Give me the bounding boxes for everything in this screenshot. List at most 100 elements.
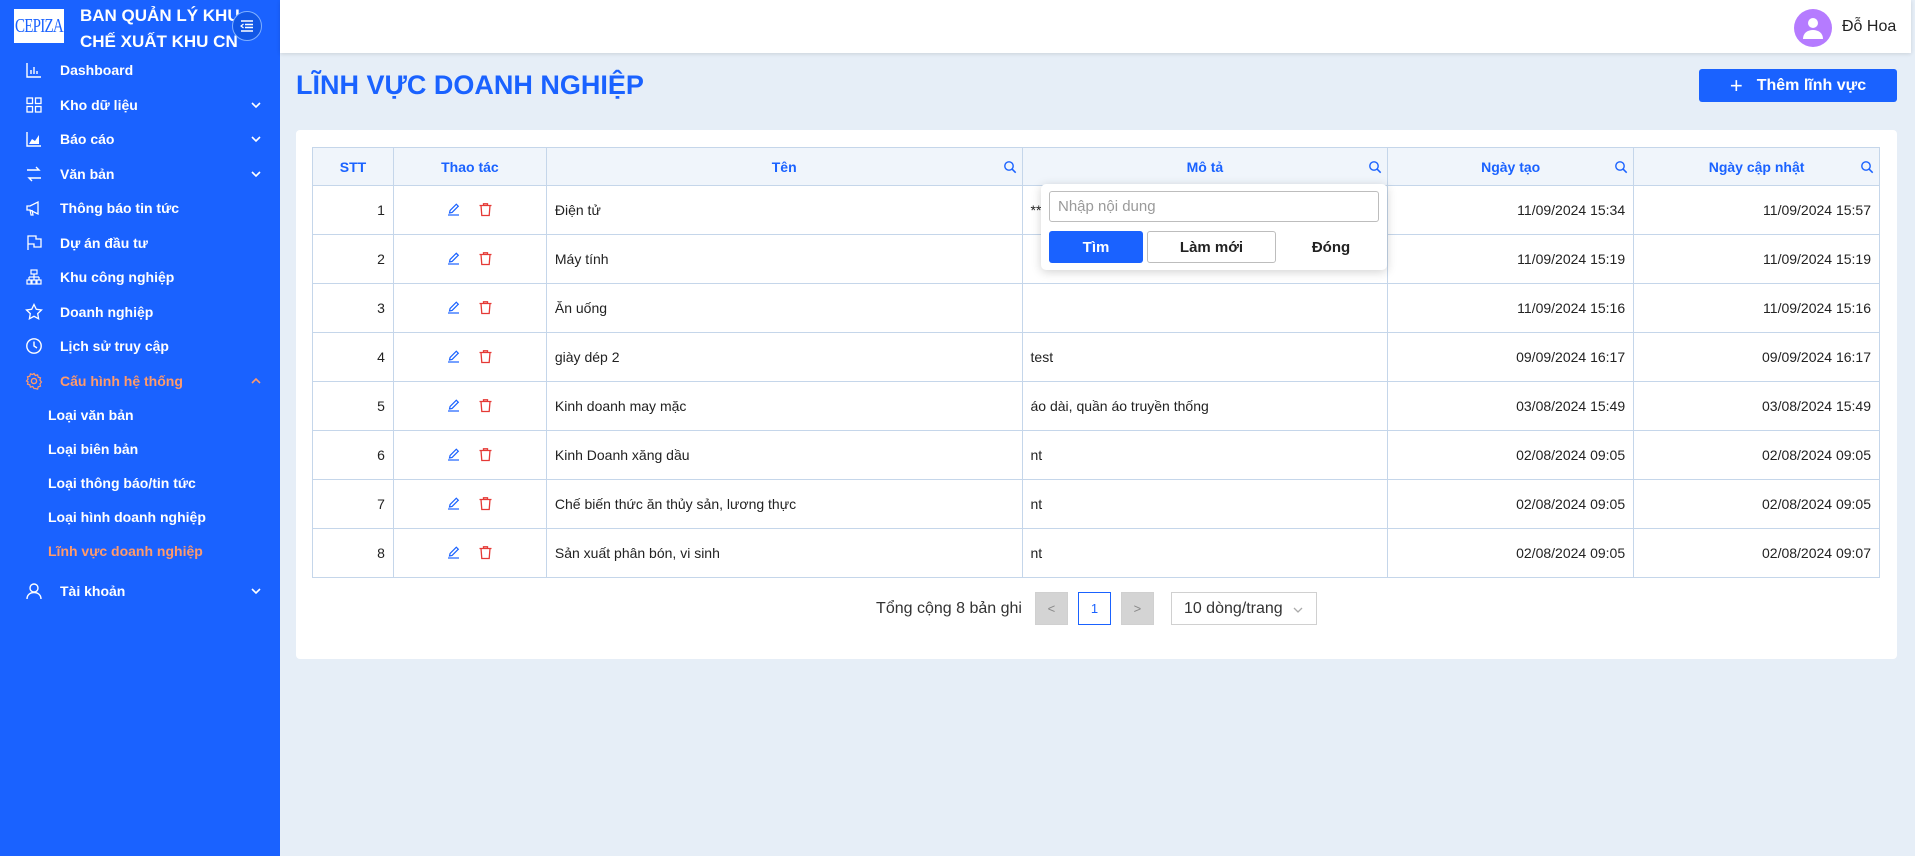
delete-icon[interactable] xyxy=(477,445,495,463)
brand-logo[interactable]: CEPIZA xyxy=(14,9,64,43)
delete-icon[interactable] xyxy=(477,298,495,316)
table-row: 5 Kinh doanh may mặc áo dài, quần áo tru… xyxy=(312,381,1880,431)
chevron-down-icon xyxy=(251,101,261,108)
cell-ten: Sản xuất phân bón, vi sinh xyxy=(545,528,1023,578)
sidebar-item-du-an[interactable]: Dự án đầu tư xyxy=(0,226,280,261)
sidebar: CEPIZA BAN QUẢN LÝ KHU CHẾ XUẤT KHU CN D… xyxy=(0,0,280,856)
cell-ngay-cap-nhat: 11/09/2024 15:19 xyxy=(1633,234,1880,284)
table-row: 7 Chế biến thức ăn thủy sản, lương thực … xyxy=(312,479,1880,529)
pagination-page-1[interactable]: 1 xyxy=(1077,592,1111,625)
search-icon[interactable] xyxy=(1860,160,1874,174)
submenu-item-loai-van-ban[interactable]: Loại văn bản xyxy=(0,398,280,432)
chevron-down-icon xyxy=(251,136,261,143)
search-find-button[interactable]: Tìm xyxy=(1049,231,1143,263)
edit-icon[interactable] xyxy=(445,347,463,365)
pagination: Tổng cộng 8 bản ghi < 1 > 10 dòng/trang xyxy=(296,592,1897,625)
menu-fold-icon xyxy=(240,20,253,32)
cell-stt: 1 xyxy=(312,185,394,235)
search-icon[interactable] xyxy=(1368,160,1382,174)
cell-ten: giày dép 2 xyxy=(545,332,1023,382)
edit-icon[interactable] xyxy=(445,200,463,218)
cell-ngay-cap-nhat: 11/09/2024 15:57 xyxy=(1633,185,1880,235)
cell-ngay-cap-nhat: 11/09/2024 15:16 xyxy=(1633,283,1880,333)
sidebar-item-lich-su[interactable]: Lịch sử truy cập xyxy=(0,329,280,364)
cell-ngay-tao: 03/08/2024 15:49 xyxy=(1387,381,1635,431)
search-reset-button[interactable]: Làm mới xyxy=(1147,231,1276,263)
cell-stt: 4 xyxy=(312,332,394,382)
delete-icon[interactable] xyxy=(477,200,495,218)
edit-icon[interactable] xyxy=(445,249,463,267)
page-size-value: 10 dòng/trang xyxy=(1183,599,1283,617)
sidebar-item-label: Dashboard xyxy=(60,62,134,79)
sidebar-item-khu-cong-nghiep[interactable]: Khu công nghiệp xyxy=(0,260,280,295)
edit-icon[interactable] xyxy=(445,298,463,316)
column-label: Tên xyxy=(771,158,797,175)
cell-actions xyxy=(392,185,547,235)
sidebar-item-label: Kho dữ liệu xyxy=(60,96,138,113)
sidebar-item-cau-hinh[interactable]: Cấu hình hệ thống xyxy=(0,364,280,399)
cell-stt: 6 xyxy=(312,430,394,480)
submenu-item-loai-bien-ban[interactable]: Loại biên bản xyxy=(0,432,280,466)
add-field-button[interactable]: + Thêm lĩnh vực xyxy=(1699,69,1897,102)
history-icon xyxy=(24,336,44,356)
submenu-item-label: Lĩnh vực doanh nghiệp xyxy=(48,543,203,559)
cell-mo-ta: test xyxy=(1021,332,1389,382)
delete-icon[interactable] xyxy=(477,249,495,267)
brand: CEPIZA BAN QUẢN LÝ KHU CHẾ XUẤT KHU CN xyxy=(0,0,280,52)
add-field-button-label: Thêm lĩnh vực xyxy=(1756,76,1867,94)
cell-stt: 3 xyxy=(312,283,394,333)
cell-ngay-tao: 11/09/2024 15:19 xyxy=(1387,234,1635,284)
submenu-item-label: Loại thông báo/tin tức xyxy=(48,475,196,491)
table-row: 4 giày dép 2 test 09/09/2024 16:17 09/09… xyxy=(312,332,1880,382)
column-header-stt: STT xyxy=(312,147,394,186)
delete-icon[interactable] xyxy=(477,543,495,561)
cell-ten: Chế biến thức ăn thủy sản, lương thực xyxy=(545,479,1023,529)
edit-icon[interactable] xyxy=(445,396,463,414)
cell-actions xyxy=(392,430,547,480)
column-label: Mô tả xyxy=(1186,158,1224,175)
column-label: Ngày cập nhật xyxy=(1708,158,1805,175)
column-header-ngay-cap-nhat: Ngày cập nhật xyxy=(1633,147,1880,186)
search-icon[interactable] xyxy=(1614,160,1628,174)
sidebar-item-tai-khoan[interactable]: Tài khoản xyxy=(0,574,280,609)
cell-mo-ta: nt xyxy=(1021,528,1389,578)
cell-mo-ta xyxy=(1021,283,1389,333)
user-name[interactable]: Đỗ Hoa xyxy=(1842,18,1896,36)
cell-ngay-cap-nhat: 02/08/2024 09:07 xyxy=(1633,528,1880,578)
search-input[interactable] xyxy=(1049,191,1379,222)
sidebar-item-kho-du-lieu[interactable]: Kho dữ liệu xyxy=(0,88,280,123)
cell-ngay-tao: 11/09/2024 15:16 xyxy=(1387,283,1635,333)
sidebar-item-bao-cao[interactable]: Báo cáo xyxy=(0,122,280,157)
delete-icon[interactable] xyxy=(477,347,495,365)
edit-icon[interactable] xyxy=(445,445,463,463)
submenu-item-linh-vuc-doanh-nghiep[interactable]: Lĩnh vực doanh nghiệp xyxy=(0,534,280,568)
search-icon[interactable] xyxy=(1003,160,1017,174)
page-size-select[interactable]: 10 dòng/trang xyxy=(1170,592,1317,625)
brand-title: BAN QUẢN LÝ KHU CHẾ XUẤT KHU CN xyxy=(80,3,240,55)
cell-actions xyxy=(392,528,547,578)
chevron-down-icon xyxy=(251,588,261,595)
sidebar-item-label: Dự án đầu tư xyxy=(60,234,148,251)
sidebar-item-dashboard[interactable]: Dashboard xyxy=(0,53,280,88)
edit-icon[interactable] xyxy=(445,494,463,512)
delete-icon[interactable] xyxy=(477,494,495,512)
pagination-next-button[interactable]: > xyxy=(1120,592,1154,625)
sidebar-item-doanh-nghiep[interactable]: Doanh nghiệp xyxy=(0,295,280,330)
sidebar-item-label: Văn bản xyxy=(60,165,115,182)
delete-icon[interactable] xyxy=(477,396,495,414)
sidebar-item-van-ban[interactable]: Văn bản xyxy=(0,157,280,192)
search-close-button[interactable]: Đóng xyxy=(1284,231,1378,263)
edit-icon[interactable] xyxy=(445,543,463,561)
submenu-item-loai-hinh-doanh-nghiep[interactable]: Loại hình doanh nghiệp xyxy=(0,500,280,534)
cell-actions xyxy=(392,381,547,431)
sidebar-item-label: Thông báo tin tức xyxy=(60,200,180,217)
submenu-item-label: Loại hình doanh nghiệp xyxy=(48,509,206,525)
submenu-item-loai-thong-bao[interactable]: Loại thông báo/tin tức xyxy=(0,466,280,500)
sidebar-item-thong-bao[interactable]: Thông báo tin tức xyxy=(0,191,280,226)
sidebar-item-label: Cấu hình hệ thống xyxy=(60,372,183,389)
sidebar-toggle-button[interactable] xyxy=(232,11,262,41)
area-chart-icon xyxy=(24,129,44,149)
cell-ngay-cap-nhat: 09/09/2024 16:17 xyxy=(1633,332,1880,382)
avatar[interactable] xyxy=(1794,9,1832,47)
pagination-prev-button[interactable]: < xyxy=(1034,592,1068,625)
